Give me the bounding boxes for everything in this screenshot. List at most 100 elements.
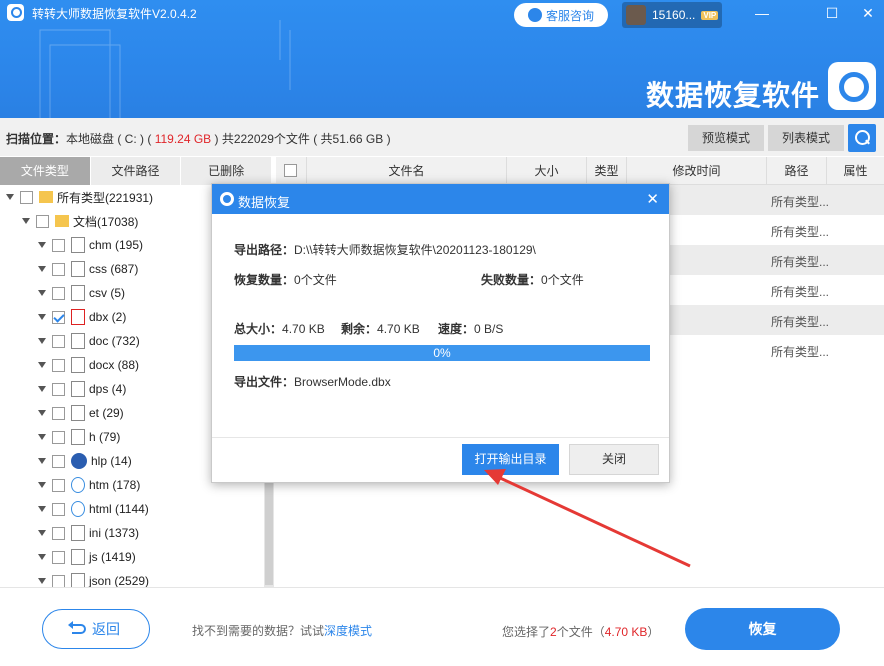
preview-mode-button[interactable]: 预览模式: [688, 125, 764, 151]
recover-button[interactable]: 恢复: [685, 608, 840, 650]
tree-checkbox[interactable]: [52, 430, 65, 444]
user-account[interactable]: 15160... VIP: [622, 2, 722, 28]
tree-item[interactable]: js (1419): [38, 545, 136, 569]
dialog-close-icon[interactable]: ✕: [646, 190, 659, 208]
json-file-icon: [71, 573, 85, 587]
tree-checkbox[interactable]: [52, 550, 65, 564]
minimize-button[interactable]: —: [750, 3, 774, 23]
docx-file-icon: [71, 357, 85, 373]
tree-item[interactable]: hlp (14): [38, 449, 132, 473]
tree-checkbox[interactable]: [52, 478, 65, 492]
failed-count-row: 失败数量：0个文件: [481, 271, 584, 288]
expand-triangle-icon[interactable]: [38, 506, 46, 512]
open-output-folder-button[interactable]: 打开输出目录: [462, 444, 559, 475]
tree-item[interactable]: csv (5): [38, 281, 125, 305]
tree-checkbox[interactable]: [52, 406, 65, 420]
expand-triangle-icon[interactable]: [22, 218, 30, 224]
tree-item[interactable]: et (29): [38, 401, 124, 425]
speed-value: 0 B/S: [474, 322, 504, 336]
expand-triangle-icon[interactable]: [38, 266, 46, 272]
decorative-pattern: [39, 20, 291, 118]
tree-checkbox[interactable]: [52, 526, 65, 540]
remaining-value: 4.70 KB: [377, 322, 420, 336]
back-label: 返回: [92, 621, 120, 637]
expand-triangle-icon[interactable]: [38, 362, 46, 368]
tree-item[interactable]: json (2529): [38, 569, 149, 587]
search-icon[interactable]: [848, 124, 876, 152]
tree-item-label: dbx (2): [89, 310, 127, 324]
tree-item[interactable]: ini (1373): [38, 521, 139, 545]
tab-file-type[interactable]: 文件类型: [0, 157, 91, 185]
expand-triangle-icon[interactable]: [38, 290, 46, 296]
tree-item[interactable]: 文档(17038): [22, 209, 138, 233]
tree-checkbox[interactable]: [52, 574, 65, 587]
row-path: 所有类型...: [771, 315, 830, 329]
deep-mode-hint: 找不到需要的数据？试试深度模式: [192, 622, 372, 639]
tab-deleted[interactable]: 已删除: [181, 157, 273, 185]
tree-checkbox[interactable]: [52, 238, 65, 252]
tree-item[interactable]: chm (195): [38, 233, 143, 257]
customer-service-button[interactable]: 客服咨询: [514, 3, 608, 27]
expand-triangle-icon[interactable]: [38, 386, 46, 392]
dialog-close-button[interactable]: 关闭: [569, 444, 659, 475]
expand-triangle-icon[interactable]: [38, 458, 46, 464]
tree-item[interactable]: 所有类型(221931): [6, 185, 153, 209]
tree-item[interactable]: dps (4): [38, 377, 126, 401]
deep-mode-link[interactable]: 深度模式: [324, 624, 372, 638]
tree-item[interactable]: htm (178): [38, 473, 140, 497]
user-id: 15160...: [652, 8, 696, 22]
tab-file-path[interactable]: 文件路径: [91, 157, 182, 185]
folder-icon: [39, 191, 53, 203]
column-path[interactable]: 路径: [766, 157, 826, 185]
tree-checkbox[interactable]: [36, 214, 49, 228]
tree-item[interactable]: css (687): [38, 257, 138, 281]
column-attributes[interactable]: 属性: [826, 157, 884, 185]
expand-triangle-icon[interactable]: [38, 554, 46, 560]
close-window-button[interactable]: ✕: [856, 3, 880, 23]
list-mode-button[interactable]: 列表模式: [768, 125, 844, 151]
tree-item-label: docx (88): [89, 358, 140, 372]
progress-text: 0%: [433, 346, 451, 360]
file-table-header: 文件名 大小 类型 修改时间 路径 属性: [276, 157, 884, 185]
tree-item[interactable]: docx (88): [38, 353, 139, 377]
expand-triangle-icon[interactable]: [38, 434, 46, 440]
dialog-logo-icon: [220, 192, 234, 206]
app-logo-icon: [7, 4, 24, 21]
tree-checkbox[interactable]: [52, 502, 65, 516]
back-button[interactable]: 返回: [42, 609, 150, 649]
tree-checkbox[interactable]: [20, 190, 33, 204]
expand-triangle-icon[interactable]: [38, 242, 46, 248]
tree-item-label: 文档(17038): [73, 214, 139, 229]
column-size[interactable]: 大小: [506, 157, 586, 185]
select-all-checkbox[interactable]: [284, 164, 297, 177]
tree-item[interactable]: html (1144): [38, 497, 149, 521]
column-modified[interactable]: 修改时间: [626, 157, 766, 185]
tree-checkbox[interactable]: [52, 262, 65, 276]
tree-checkbox[interactable]: [52, 454, 65, 468]
tree-checkbox[interactable]: [52, 358, 65, 372]
expand-triangle-icon[interactable]: [38, 530, 46, 536]
web-file-icon: [71, 477, 85, 493]
expand-triangle-icon[interactable]: [38, 410, 46, 416]
tree-item-label: doc (732): [89, 334, 140, 348]
tree-item[interactable]: doc (732): [38, 329, 140, 353]
expand-triangle-icon[interactable]: [38, 314, 46, 320]
column-filename[interactable]: 文件名: [306, 157, 506, 185]
selection-suffix: ）: [647, 625, 660, 639]
tree-item-label: css (687): [89, 262, 139, 276]
expand-triangle-icon[interactable]: [38, 338, 46, 344]
expand-triangle-icon[interactable]: [6, 194, 14, 200]
tree-checkbox[interactable]: [52, 382, 65, 396]
tree-item[interactable]: dbx (2): [38, 305, 126, 329]
tree-checkbox[interactable]: [52, 334, 65, 348]
expand-triangle-icon[interactable]: [38, 578, 46, 584]
tree-checkbox[interactable]: [52, 286, 65, 300]
tree-item[interactable]: h (79): [38, 425, 120, 449]
column-type[interactable]: 类型: [586, 157, 626, 185]
expand-triangle-icon[interactable]: [38, 482, 46, 488]
chm-file-icon: [71, 237, 85, 253]
maximize-button[interactable]: ☐: [820, 3, 844, 23]
tree-checkbox[interactable]: [52, 310, 65, 324]
export-path-row: 导出路径：D:\\转转大师数据恢复软件\20201123-180129\: [234, 241, 536, 258]
tree-item-label: ini (1373): [89, 526, 140, 540]
